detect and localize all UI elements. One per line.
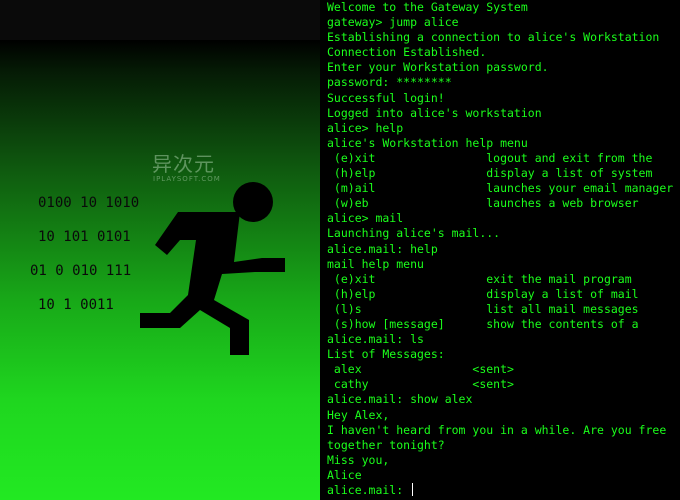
terminal-line: Launching alice's mail... [327,226,501,241]
terminal-line: (w)eb launches a web browser [327,196,639,211]
terminal-line: (m)ail launches your email manager [327,181,674,196]
running-man-icon [140,182,285,355]
terminal-line: together tonight? [327,437,445,452]
terminal-line: alice.mail: show alex [327,392,473,407]
terminal-line: I haven't heard from you in a while. Are… [327,422,667,437]
terminal-line: Enter your Workstation password. [327,60,549,75]
terminal-line: Alice [327,467,362,482]
terminal-line: gateway> jump alice [327,15,459,30]
terminal-line: (l)s list all mail messages [327,301,639,316]
terminal-line: password: ******** [327,75,452,90]
terminal-line: Establishing a connection to alice's Wor… [327,30,660,45]
terminal-line: Logged into alice's workstation [327,105,542,120]
terminal-line: (e)xit exit the mail program [327,271,632,286]
terminal-line: alex <sent> [327,362,514,377]
terminal-line: Successful login! [327,90,445,105]
terminal-line: (h)elp display a list of mail [327,286,639,301]
terminal-line: mail help menu [327,256,424,271]
terminal-line: (h)elp display a list of system [327,166,653,181]
text-cursor [412,483,414,496]
terminal-window[interactable]: Welcome to the Gateway System gateway> ju… [320,0,680,500]
terminal-output: Welcome to the Gateway System gateway> ju… [327,0,673,498]
terminal-prompt: alice.mail: [327,483,411,497]
terminal-line: cathy <sent> [327,377,514,392]
terminal-line: alice's Workstation help menu [327,135,528,150]
terminal-line: (s)how [message] show the contents of a [327,316,639,331]
left-art-panel: 0100 10 1010 10 101 0101 01 0 010 111 10… [0,0,320,500]
terminal-line: List of Messages: [327,347,445,362]
terminal-line: Hey Alex, [327,407,390,422]
terminal-line: Connection Established. [327,45,487,60]
terminal-line: alice> mail [327,211,404,226]
terminal-prompt-line[interactable]: alice.mail: [327,483,673,498]
terminal-line: alice> help [327,120,404,135]
terminal-line: alice.mail: help [327,241,438,256]
terminal-line: Welcome to the Gateway System [327,0,528,14]
terminal-line: Miss you, [327,452,390,467]
terminal-line: (e)xit logout and exit from the [327,150,653,165]
terminal-line: alice.mail: ls [327,332,424,347]
